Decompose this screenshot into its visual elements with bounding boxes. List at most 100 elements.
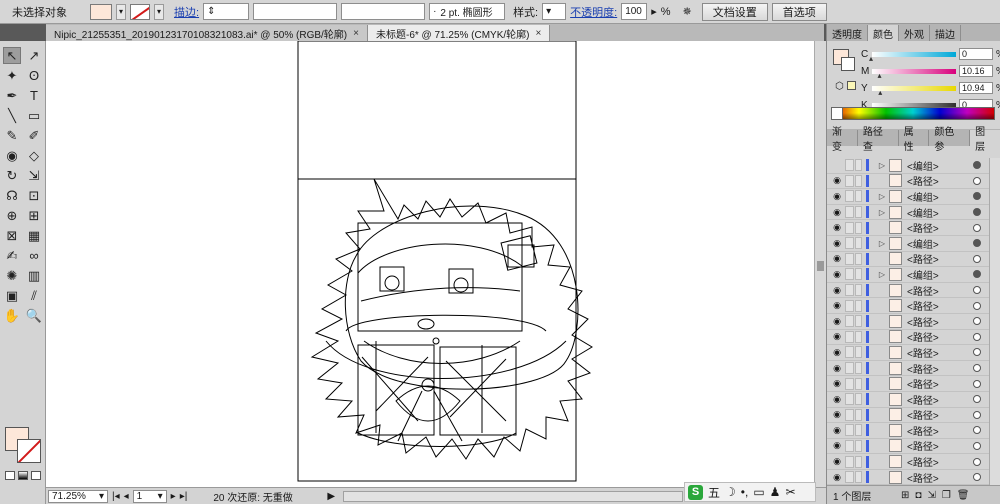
layer-row[interactable]: ◉ ▷ <编组>	[827, 267, 1000, 283]
lock-toggle[interactable]	[845, 424, 854, 437]
lock-toggle[interactable]	[845, 268, 854, 281]
opacity-stepper-icon[interactable]: ▸	[651, 5, 657, 18]
column-graph-tool-icon[interactable]: ▥	[25, 267, 43, 284]
rotate-tool-icon[interactable]: ↻	[3, 167, 21, 184]
blob-brush-tool-icon[interactable]: ◉	[3, 147, 21, 164]
layer-name[interactable]: <路径>	[907, 438, 963, 453]
layer-name[interactable]: <编组>	[907, 267, 963, 282]
target-circle-icon[interactable]	[973, 379, 981, 388]
target-circle-icon[interactable]	[973, 410, 981, 419]
target-circle-icon[interactable]	[973, 426, 981, 435]
target-circle-icon[interactable]	[973, 239, 981, 248]
zoom-field[interactable]: 71.25% ▾	[48, 489, 108, 503]
visibility-eye-icon[interactable]: ◉	[831, 268, 843, 280]
tab-gradient[interactable]: 渐变	[827, 127, 858, 153]
tab-color-guide[interactable]: 颜色参	[929, 127, 971, 153]
layer-row[interactable]: ◉ <路径>	[827, 220, 1000, 236]
layer-row[interactable]: ◉ <路径>	[827, 408, 1000, 424]
warp-tool-icon[interactable]: ☊	[3, 187, 21, 204]
template-toggle[interactable]	[855, 393, 862, 406]
slider-thumb-icon[interactable]: ▴	[878, 71, 882, 80]
stroke-color-box[interactable]	[17, 439, 41, 463]
stroke-weight-field[interactable]: ⇕	[203, 3, 250, 20]
layer-row[interactable]: ◉ <路径>	[827, 252, 1000, 268]
recolor-artwork-icon[interactable]: ✵	[683, 5, 692, 18]
lock-toggle[interactable]	[845, 393, 854, 406]
lock-toggle[interactable]	[845, 330, 854, 343]
template-toggle[interactable]	[855, 424, 862, 437]
visibility-eye-icon[interactable]: ◉	[831, 253, 843, 265]
expand-triangle-icon[interactable]: ▷	[877, 208, 887, 217]
target-circle-icon[interactable]	[973, 161, 981, 170]
first-page-icon[interactable]: |◂	[112, 491, 120, 502]
layer-row[interactable]: ◉ <路径>	[827, 283, 1000, 299]
layer-name[interactable]: <路径>	[907, 470, 963, 485]
zoom-tool-icon[interactable]: 🔍	[25, 307, 43, 324]
template-toggle[interactable]	[855, 159, 862, 172]
opacity-label[interactable]: 不透明度:	[570, 4, 617, 20]
layer-name[interactable]: <路径>	[907, 407, 963, 422]
visibility-eye-icon[interactable]: ◉	[831, 424, 843, 436]
tab-nipic-document[interactable]: Nipic_21255351_20190123170108321083.ai* …	[46, 25, 368, 41]
lock-toggle[interactable]	[845, 206, 854, 219]
target-circle-icon[interactable]	[973, 270, 981, 279]
page-field[interactable]: 1 ▾	[132, 489, 167, 503]
lock-toggle[interactable]	[845, 439, 854, 452]
visibility-eye-icon[interactable]: ◉	[831, 362, 843, 374]
brush-definition-field[interactable]	[341, 3, 426, 20]
layer-name[interactable]: <路径>	[907, 376, 963, 391]
visibility-eye-icon[interactable]: ◉	[831, 440, 843, 452]
tab-attributes[interactable]: 属性	[899, 127, 930, 153]
blend-tool-icon[interactable]: ∞	[25, 247, 43, 264]
visibility-eye-icon[interactable]: ◉	[831, 471, 843, 483]
target-circle-icon[interactable]	[973, 348, 981, 357]
lock-toggle[interactable]	[845, 362, 854, 375]
sogou-logo-icon[interactable]: S	[688, 484, 703, 500]
direct-selection-tool-icon[interactable]: ↗	[25, 47, 43, 64]
lock-toggle[interactable]	[845, 346, 854, 359]
slice-tool-icon[interactable]: ⫽	[25, 287, 43, 304]
channel-slider[interactable]: ▴	[869, 51, 956, 63]
shape-builder-tool-icon[interactable]: ⊕	[3, 207, 21, 224]
artboard-tool-icon[interactable]: ▣	[3, 287, 21, 304]
layer-name[interactable]: <路径>	[907, 314, 963, 329]
expand-triangle-icon[interactable]: ▷	[877, 239, 887, 248]
template-toggle[interactable]	[855, 284, 862, 297]
visibility-eye-icon[interactable]: ◉	[831, 456, 843, 468]
channel-slider[interactable]: ▴	[872, 85, 956, 97]
template-toggle[interactable]	[855, 471, 862, 484]
lock-toggle[interactable]	[845, 471, 854, 484]
layer-name[interactable]: <编组>	[907, 205, 963, 220]
stroke-label[interactable]: 描边:	[174, 4, 199, 20]
tools-icon[interactable]: ✂	[785, 485, 795, 499]
layer-name[interactable]: <编组>	[907, 158, 963, 173]
template-toggle[interactable]	[855, 268, 862, 281]
slider-thumb-icon[interactable]: ▴	[869, 54, 873, 63]
lock-toggle[interactable]	[845, 221, 854, 234]
expand-triangle-icon[interactable]: ▷	[877, 161, 887, 170]
layer-name[interactable]: <路径>	[907, 329, 963, 344]
none-mode-icon[interactable]	[31, 471, 41, 480]
new-layer-icon[interactable]: ❐	[942, 490, 951, 501]
layer-name[interactable]: <路径>	[907, 220, 963, 235]
layer-row[interactable]: ◉ <路径>	[827, 330, 1000, 346]
visibility-eye-icon[interactable]: ◉	[831, 222, 843, 234]
cube-icon[interactable]: ⬡	[835, 81, 844, 92]
paintbrush-tool-icon[interactable]: ✎	[3, 127, 21, 144]
target-circle-icon[interactable]	[973, 254, 981, 263]
visibility-eye-icon[interactable]: ◉	[831, 190, 843, 202]
layer-row[interactable]: ◉ <路径>	[827, 439, 1000, 455]
target-circle-icon[interactable]	[973, 395, 981, 404]
lock-toggle[interactable]	[845, 237, 854, 250]
layer-row[interactable]: ◉ <路径>	[827, 423, 1000, 439]
moon-icon[interactable]: ☽	[725, 485, 736, 499]
tab-appearance[interactable]: 外观	[899, 25, 930, 41]
graphic-style-dropdown[interactable]: ▾	[542, 3, 567, 20]
target-circle-icon[interactable]	[973, 364, 981, 373]
layer-name[interactable]: <路径>	[907, 454, 963, 469]
magic-wand-tool-icon[interactable]: ✦	[3, 67, 21, 84]
next-page-icon[interactable]: ▸	[171, 491, 176, 502]
hand-tool-icon[interactable]: ✋	[3, 307, 21, 324]
line-tool-icon[interactable]: ╲	[3, 107, 21, 124]
template-toggle[interactable]	[855, 455, 862, 468]
